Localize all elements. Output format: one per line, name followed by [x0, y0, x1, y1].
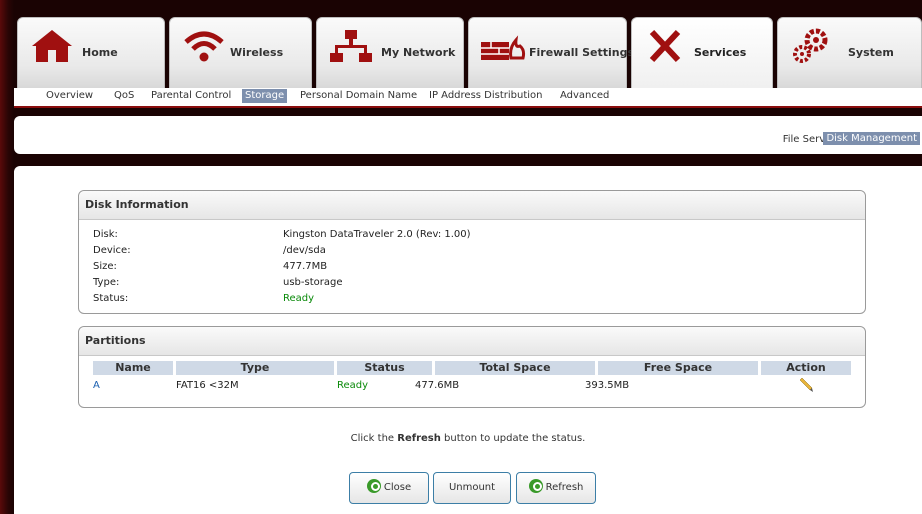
partition-name-link[interactable]: A: [93, 380, 100, 391]
gears-icon: [793, 28, 828, 63]
partition-free-space: 393.5MB: [585, 380, 630, 391]
subtab-advanced[interactable]: Advanced: [560, 90, 609, 101]
tab-wireless-label: Wireless: [230, 46, 284, 59]
edit-pencil-icon[interactable]: [797, 377, 813, 393]
partitions-title: Partitions: [79, 327, 865, 356]
disk-label: Disk:: [93, 229, 118, 240]
router-admin-frame: Home Wireless My Network Firewall Settin…: [0, 0, 922, 514]
tab-services[interactable]: Services: [631, 17, 773, 89]
partition-type: FAT16 <32M: [176, 380, 239, 391]
tab-home-label: Home: [82, 46, 118, 59]
wifi-icon: [184, 31, 224, 62]
device-label: Device:: [93, 245, 131, 256]
tools-icon: [649, 29, 681, 63]
col-name-header: Name: [93, 361, 173, 375]
refresh-icon: [528, 479, 543, 493]
device-value: /dev/sda: [283, 245, 326, 256]
subtab-storage[interactable]: Storage: [242, 89, 288, 103]
close-button[interactable]: Close: [349, 472, 429, 504]
disk-information-title: Disk Information: [79, 191, 865, 220]
status-value: Ready: [283, 293, 315, 304]
main-content: Disk Information Disk: Kingston DataTrav…: [14, 166, 922, 514]
col-type-header: Type: [176, 361, 334, 375]
col-action-header: Action: [761, 361, 851, 375]
close-icon: [366, 479, 381, 493]
tab-wireless[interactable]: Wireless: [169, 17, 312, 89]
size-value: 477.7MB: [283, 261, 328, 272]
size-label: Size:: [93, 261, 117, 272]
partitions-panel: Partitions Name Type Status Total Space …: [78, 326, 866, 408]
tab-system-label: System: [848, 46, 894, 59]
refresh-hint: Click the Refresh button to update the s…: [350, 433, 586, 444]
type-label: Type:: [93, 277, 120, 288]
disk-management-link[interactable]: Disk Management: [823, 132, 920, 145]
tab-system[interactable]: System: [777, 17, 922, 89]
tab-my-network-label: My Network: [381, 46, 456, 59]
services-subnav: Overview QoS Parental Control Storage Pe…: [14, 88, 922, 108]
subtab-overview[interactable]: Overview: [46, 90, 93, 101]
partition-total-space: 477.6MB: [415, 380, 460, 391]
tab-services-label: Services: [694, 46, 747, 59]
network-icon: [330, 30, 372, 62]
col-total-space-header: Total Space: [435, 361, 595, 375]
subtab-ip-address-distribution[interactable]: IP Address Distribution: [429, 90, 543, 101]
subtab-personal-domain-name[interactable]: Personal Domain Name: [300, 90, 417, 101]
tab-home[interactable]: Home: [17, 17, 165, 89]
refresh-button[interactable]: Refresh: [516, 472, 596, 504]
status-label: Status:: [93, 293, 129, 304]
col-status-header: Status: [337, 361, 432, 375]
partition-status: Ready: [337, 380, 369, 391]
subtab-qos[interactable]: QoS: [114, 90, 134, 101]
home-icon: [32, 30, 72, 62]
tab-firewall-settings[interactable]: Firewall Settings: [468, 17, 634, 89]
firewall-icon: [481, 35, 526, 60]
tab-firewall-settings-label: Firewall Settings: [529, 46, 635, 59]
subtab-parental-control[interactable]: Parental Control: [151, 90, 231, 101]
disk-information-panel: Disk Information Disk: Kingston DataTrav…: [78, 190, 866, 314]
col-free-space-header: Free Space: [598, 361, 758, 375]
unmount-button[interactable]: Unmount: [433, 472, 511, 504]
type-value: usb-storage: [283, 277, 343, 288]
tab-my-network[interactable]: My Network: [316, 17, 464, 89]
storage-subnav-bar: File Server | Disk Management: [14, 116, 922, 154]
disk-value: Kingston DataTraveler 2.0 (Rev: 1.00): [283, 229, 471, 240]
